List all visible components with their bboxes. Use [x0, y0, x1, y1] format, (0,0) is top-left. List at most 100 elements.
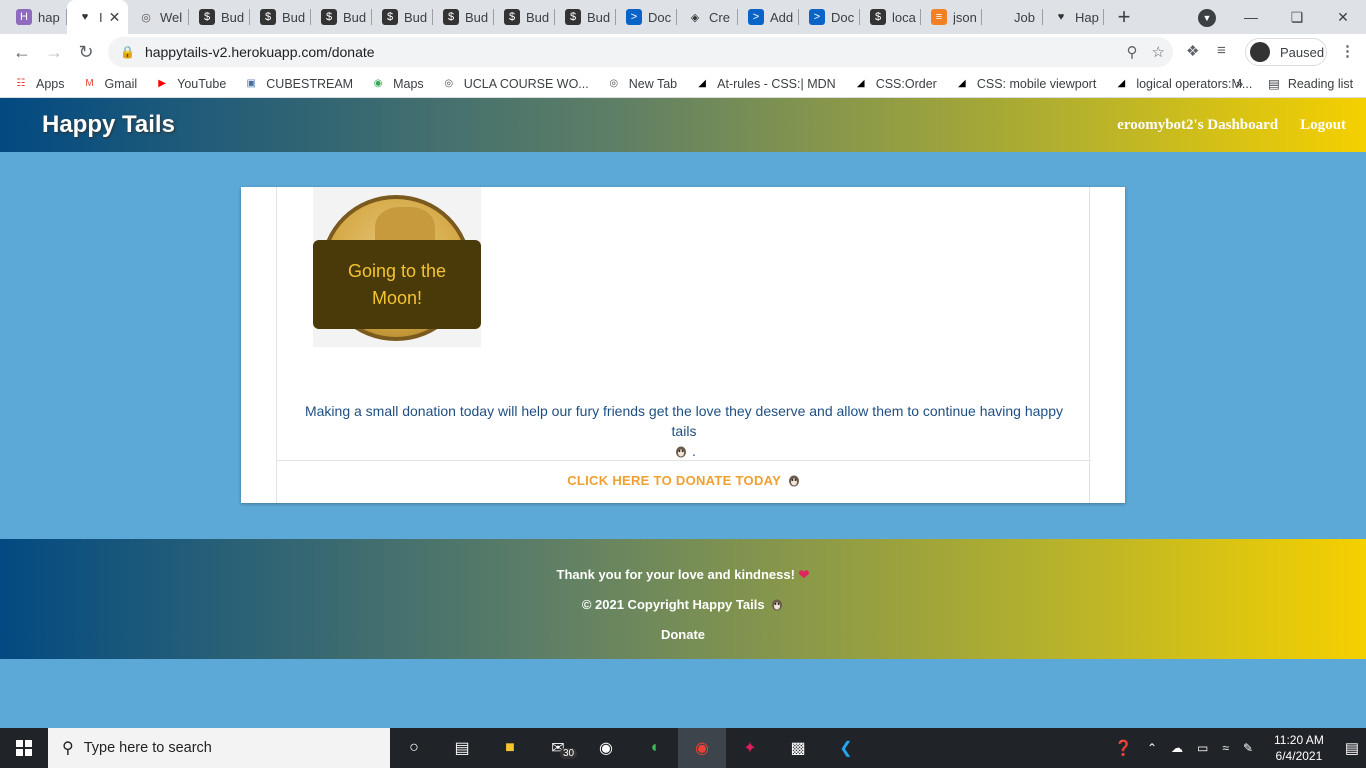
bookmark-item[interactable]: ◢ CSS: mobile viewport	[955, 77, 1096, 91]
bookmark-label: Maps	[393, 76, 424, 91]
browser-tab[interactable]: $ Bud	[555, 0, 616, 34]
file-explorer-icon[interactable]: ■	[486, 728, 534, 768]
cortana-icon[interactable]: ○	[390, 728, 438, 768]
tab-search-icon[interactable]: ▼	[1198, 9, 1216, 27]
tab-title: hap	[38, 9, 60, 25]
chevron-up-icon[interactable]: ⌃	[1147, 741, 1157, 755]
browser-tab[interactable]: $ Bud	[433, 0, 494, 34]
browser-tab[interactable]: $ Bud	[189, 0, 250, 34]
tab-favicon-icon: $	[870, 9, 886, 25]
terminal-icon[interactable]: ▩	[774, 728, 822, 768]
site-brand[interactable]: Happy Tails	[42, 111, 175, 139]
browser-tab[interactable]: $ Bud	[372, 0, 433, 34]
dog-emoji-icon	[672, 443, 692, 459]
media-control-icon[interactable]: ≡	[1217, 42, 1226, 59]
bookmark-item[interactable]: ▣ CUBESTREAM	[244, 77, 354, 91]
back-icon[interactable]: ←	[6, 36, 38, 68]
tab-title: Bud	[221, 9, 245, 25]
donation-message: Making a small donation today will help …	[277, 401, 1091, 461]
zoom-icon[interactable]: ⚲	[1127, 43, 1138, 61]
slack-icon[interactable]: ✦	[726, 728, 774, 768]
site-nav: eroomybot2's Dashboard Logout	[1117, 117, 1346, 134]
donate-cta-text[interactable]: CLICK HERE TO DONATE TODAY	[567, 473, 781, 488]
bookmarks-overflow-icon[interactable]: »	[1236, 76, 1243, 91]
bookmark-item[interactable]: ◎ New Tab	[607, 77, 677, 91]
windows-taskbar: ⚲ Type here to search ○ ▤ ■ ✉ 30 ◉ ◖ ◉ ✦ …	[0, 728, 1366, 768]
browser-tab[interactable]: > Doc	[616, 0, 677, 34]
browser-tab[interactable]: ◎ Wel	[128, 0, 189, 34]
logout-link[interactable]: Logout	[1300, 117, 1346, 134]
onedrive-icon[interactable]: ☁	[1171, 741, 1183, 755]
pen-icon[interactable]: ✎	[1243, 741, 1253, 755]
bookmark-item[interactable]: ◢ At-rules - CSS:| MDN	[695, 77, 835, 91]
browser-tab[interactable]: $ Bud	[311, 0, 372, 34]
bookmark-item[interactable]: ◢ CSS:Order	[854, 77, 937, 91]
bookmark-label: Apps	[36, 76, 65, 91]
windows-start-icon[interactable]	[0, 728, 48, 768]
browser-tab[interactable]: ≡ json	[921, 0, 982, 34]
donate-cta-link[interactable]: CLICK HERE TO DONATE TODAY	[277, 473, 1091, 488]
clock-time: 11:20 AM	[1274, 733, 1324, 747]
browser-tab[interactable]: ♥ Hap	[1043, 0, 1104, 34]
taskbar-clock[interactable]: 11:20 AM 6/4/2021	[1274, 732, 1324, 764]
lock-icon: 🔒	[120, 45, 135, 59]
bookmark-item[interactable]: ◢ logical operators:M...	[1114, 77, 1252, 91]
bookmark-item[interactable]: ▶ YouTube	[155, 77, 226, 91]
help-icon[interactable]: ❓	[1114, 739, 1133, 757]
tab-close-icon[interactable]: ✕	[109, 9, 121, 26]
bookmark-item[interactable]: ◉ Maps	[371, 77, 424, 91]
reading-list-button[interactable]: ▤ Reading list	[1268, 76, 1353, 92]
dog-emoji-icon	[785, 473, 801, 488]
new-tab-icon[interactable]: +	[1104, 0, 1144, 34]
bookmarks-bar: ☷ Apps M Gmail ▶ YouTube ▣ CUBESTREAM ◉ Maps ◎ UCLA…	[0, 70, 1366, 98]
dashboard-link[interactable]: eroomybot2's Dashboard	[1117, 117, 1278, 134]
donation-message-suffix: .	[692, 443, 696, 459]
battery-icon[interactable]: ▭	[1197, 741, 1208, 755]
browser-tab[interactable]: Job	[982, 0, 1043, 34]
chrome-icon[interactable]: ◉	[678, 728, 726, 768]
browser-tab[interactable]: $ loca	[860, 0, 921, 34]
bookmark-item[interactable]: ☷ Apps	[14, 77, 65, 91]
tab-title: Cre	[709, 9, 730, 25]
tab-favicon-icon: $	[321, 9, 337, 25]
mdn-icon: ◢	[856, 78, 865, 89]
tab-title: I	[99, 9, 103, 25]
globe-icon: ◎	[444, 78, 454, 89]
donation-message-text: Making a small donation today will help …	[304, 403, 1063, 439]
tab-title: Wel	[160, 9, 183, 25]
footer-donate-link[interactable]: Donate	[0, 627, 1366, 642]
browser-tab[interactable]: ♥ I ✕	[67, 0, 128, 34]
restore-icon[interactable]: ❏	[1274, 0, 1320, 34]
browser-tab[interactable]: $ Bud	[250, 0, 311, 34]
notifications-icon[interactable]: ▤	[1345, 739, 1359, 757]
reload-icon[interactable]: ↻	[70, 36, 102, 68]
bookmark-item[interactable]: M Gmail	[83, 76, 138, 91]
profile-button[interactable]: Paused	[1245, 38, 1327, 66]
edge-icon[interactable]: ◖	[630, 728, 678, 768]
browser-tab[interactable]: Hhap	[6, 0, 67, 34]
mail-icon[interactable]: ✉ 30	[534, 728, 582, 768]
minimize-icon[interactable]: —	[1228, 0, 1274, 34]
bookmark-star-icon[interactable]: ☆	[1152, 43, 1165, 61]
bookmark-label: CSS:Order	[875, 76, 937, 91]
extensions-icon[interactable]: ❖	[1186, 42, 1199, 60]
vscode-icon[interactable]: ❮	[822, 728, 870, 768]
bookmark-label: Gmail	[104, 76, 138, 91]
browser-tab[interactable]: > Add	[738, 0, 799, 34]
browser-tab[interactable]: $ Bud	[494, 0, 555, 34]
task-view-icon[interactable]: ▤	[438, 728, 486, 768]
browser-tab[interactable]: > Doc	[799, 0, 860, 34]
browser-tab[interactable]: ◈ Cre	[677, 0, 738, 34]
address-bar[interactable]: 🔒 happytails-v2.herokuapp.com/donate ⚲ ☆	[108, 37, 1173, 67]
menu-kebab-icon[interactable]: ⋮	[1340, 42, 1355, 60]
bookmark-item[interactable]: ◎ UCLA COURSE WO...	[442, 77, 588, 91]
taskbar-search-input[interactable]: ⚲ Type here to search	[48, 728, 390, 768]
github-icon[interactable]: ◉	[582, 728, 630, 768]
youtube-icon: ▶	[158, 78, 166, 89]
forward-icon[interactable]: →	[38, 36, 70, 68]
wifi-icon[interactable]: ≈	[1222, 741, 1229, 755]
tab-favicon-icon: >	[748, 9, 764, 25]
close-window-icon[interactable]: ✕	[1320, 0, 1366, 34]
tab-favicon-icon: $	[565, 9, 581, 25]
gmail-icon: M	[85, 78, 94, 89]
